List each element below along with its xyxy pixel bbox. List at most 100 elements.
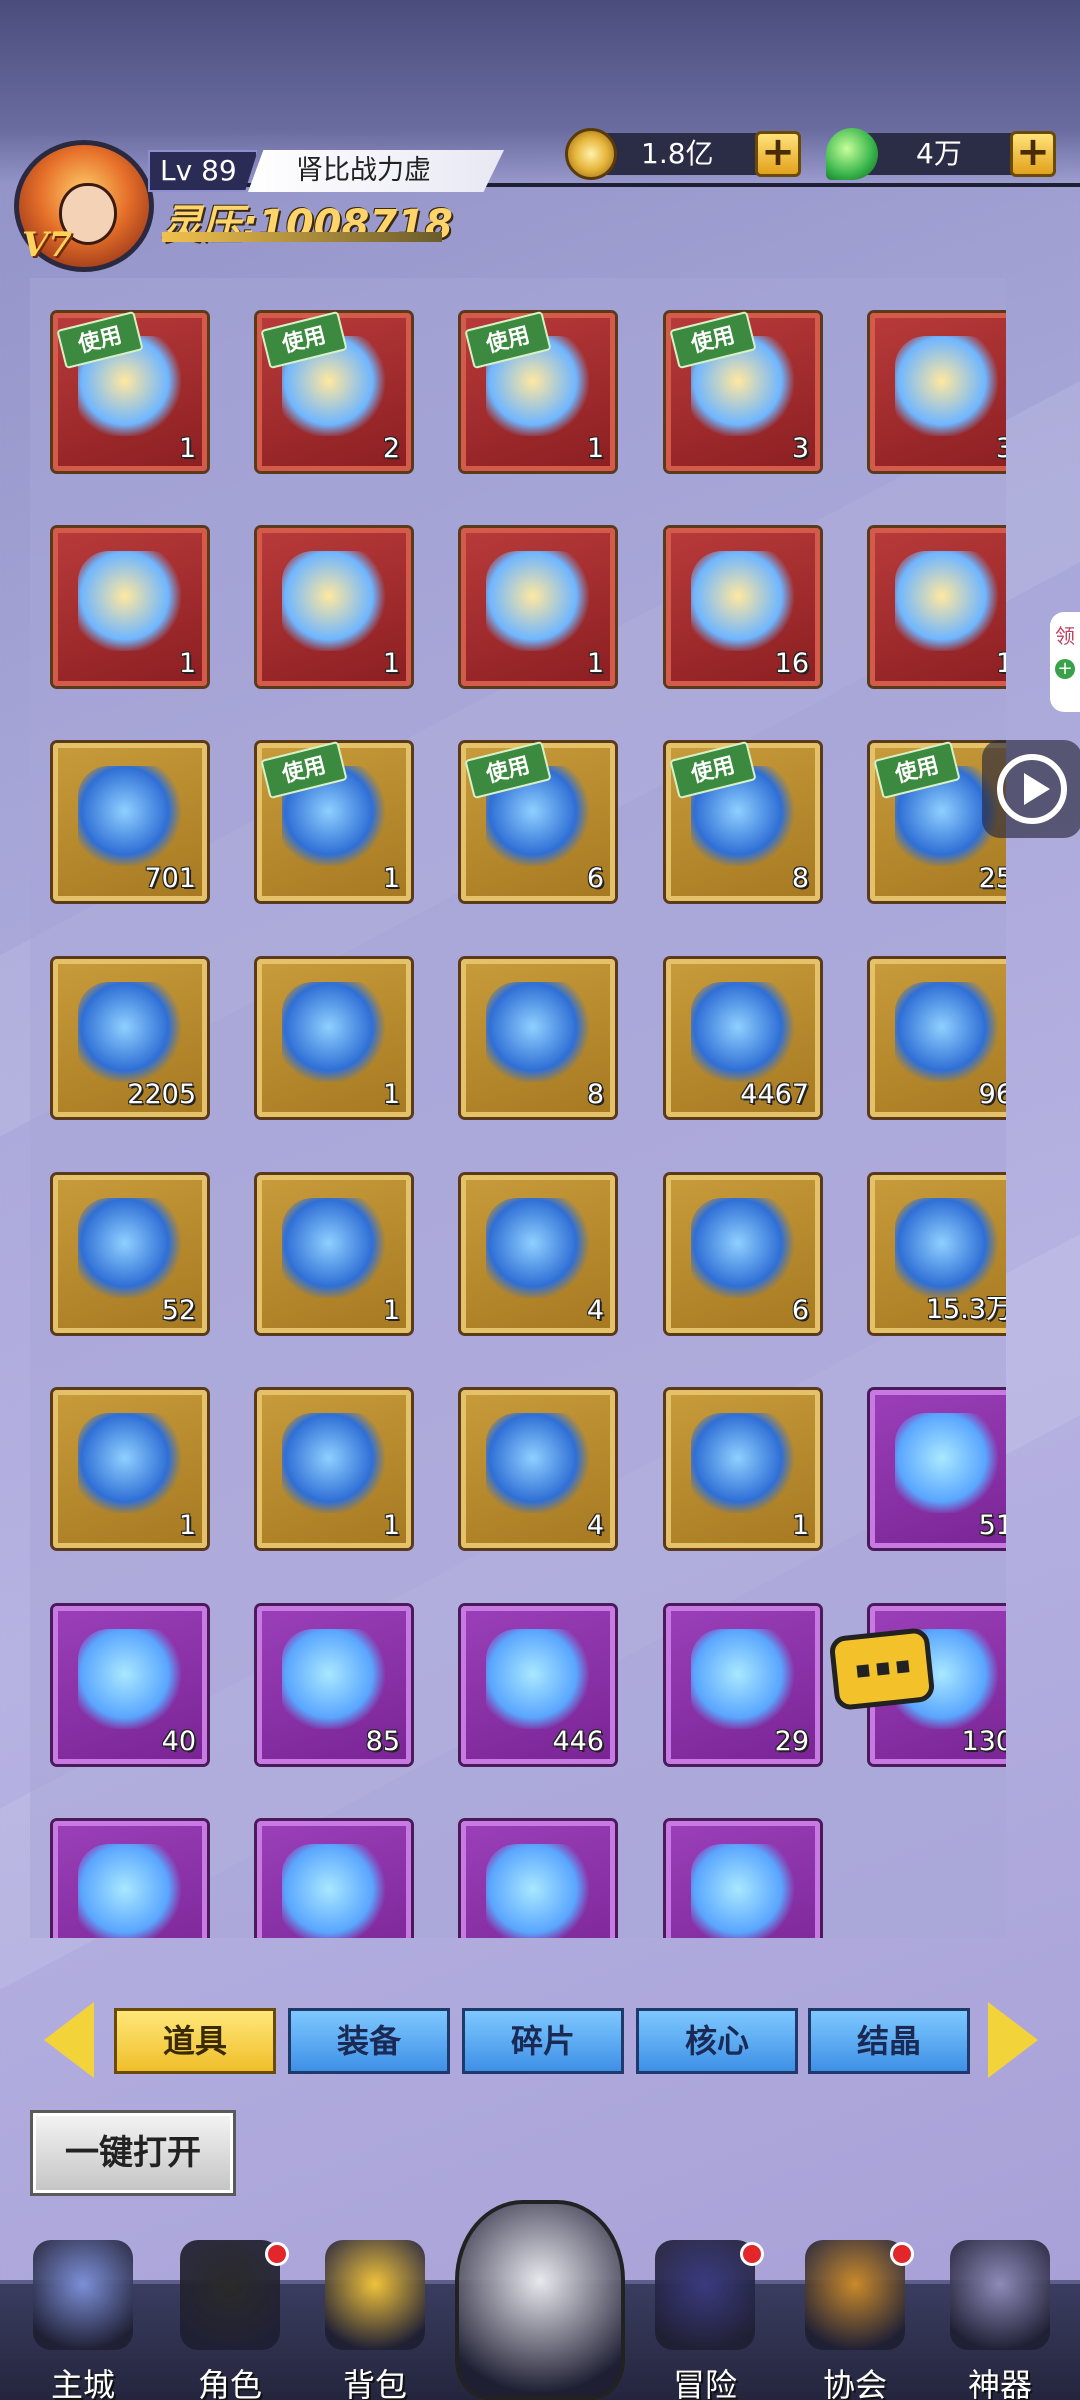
inventory-slot[interactable]: [257, 1821, 411, 1938]
item-count: 25: [978, 863, 1006, 894]
item-count: 1: [586, 433, 604, 464]
gold-ticket-icon: [486, 1198, 590, 1298]
spirit-currency-value: 4万: [916, 137, 962, 170]
item-count: 1: [382, 1295, 400, 1326]
tab-left-arrow[interactable]: [44, 2002, 94, 2078]
rainbow-ticket-icon: [282, 1198, 386, 1298]
item-count: 96: [978, 1079, 1006, 1110]
flask-icon: [78, 551, 182, 651]
inventory-slot[interactable]: 85: [257, 1606, 411, 1764]
gold-currency-value: 1.8亿: [641, 137, 714, 170]
item-count: 1: [995, 648, 1006, 679]
inventory-slot[interactable]: 1: [257, 528, 411, 686]
inventory-slot[interactable]: 使用 1: [461, 310, 615, 471]
nav-label: 协会: [822, 2366, 887, 2400]
item-count: 4: [586, 1510, 604, 1541]
item-count: 1: [382, 648, 400, 679]
add-gold-button[interactable]: +: [755, 131, 801, 177]
hex-emblem-icon: [282, 1413, 386, 1513]
play-icon: [997, 754, 1067, 824]
rocket-icon: [895, 1413, 999, 1513]
nav-item[interactable]: [440, 2200, 640, 2400]
tab-equipment[interactable]: 装备: [288, 2008, 450, 2074]
item-count: 446: [552, 1726, 604, 1757]
inventory-slot[interactable]: 8: [461, 959, 615, 1117]
video-play-button[interactable]: [982, 740, 1080, 838]
item-count: 1: [178, 1510, 196, 1541]
inventory-slot[interactable]: 446: [461, 1606, 615, 1764]
tab-right-arrow[interactable]: [988, 2002, 1038, 2078]
item-count: 130: [961, 1726, 1006, 1757]
inventory-slot[interactable]: 1: [53, 1390, 207, 1548]
inventory-slot[interactable]: 使用 1: [257, 740, 411, 901]
chat-bubble-icon[interactable]: [828, 1626, 936, 1712]
dna-icon: [486, 1629, 590, 1729]
green-spirit-icon: [826, 128, 878, 180]
inventory-slot[interactable]: 701: [53, 743, 207, 901]
item-count: 1: [382, 863, 400, 894]
potion-icon: [895, 982, 999, 1082]
nav-item[interactable]: 协会: [790, 2240, 920, 2400]
inventory-slot[interactable]: 1: [257, 1175, 411, 1333]
item-count: 4: [586, 1295, 604, 1326]
inventory-slot[interactable]: 1: [257, 1390, 411, 1548]
inventory-slot[interactable]: 52: [53, 1175, 207, 1333]
inventory-slot[interactable]: 6: [666, 1175, 820, 1333]
inventory-slot[interactable]: 使用 8: [666, 740, 820, 901]
item-count: 2205: [127, 1079, 196, 1110]
item-count: 8: [586, 1079, 604, 1110]
mask-hero-icon: [455, 2200, 625, 2400]
open-all-button[interactable]: 一键打开: [30, 2110, 236, 2196]
nav-item[interactable]: 主城: [18, 2240, 148, 2400]
nav-item[interactable]: 神器: [935, 2240, 1065, 2400]
inventory-slot[interactable]: 使用 1: [53, 310, 207, 471]
inventory-slot[interactable]: 51: [870, 1390, 1006, 1548]
inventory-slot[interactable]: [53, 1821, 207, 1938]
inventory-slot[interactable]: 4: [461, 1390, 615, 1548]
nav-label: 角色: [197, 2366, 262, 2400]
inventory-slot[interactable]: 1: [257, 959, 411, 1117]
dna-icon: [691, 1629, 795, 1729]
inventory-slot[interactable]: 2205: [53, 959, 207, 1117]
nav-item[interactable]: 背包: [310, 2240, 440, 2400]
inventory-slot[interactable]: 1: [666, 1390, 820, 1548]
orange-cube-icon: [282, 982, 386, 1082]
energy-orb-icon: [691, 982, 795, 1082]
add-spirit-button[interactable]: +: [1010, 131, 1056, 177]
tab-crystals[interactable]: 结晶: [808, 2008, 970, 2074]
inventory-slot[interactable]: 1: [461, 528, 615, 686]
side-reward-chip[interactable]: 领 +: [1050, 612, 1080, 712]
item-count: 52: [161, 1295, 196, 1326]
inventory-slot[interactable]: 15.3万: [870, 1175, 1006, 1333]
nav-item[interactable]: 角色: [165, 2240, 295, 2400]
inventory-slot[interactable]: 1: [53, 528, 207, 686]
inventory-slot[interactable]: 96: [870, 959, 1006, 1117]
item-count: 85: [365, 1726, 400, 1757]
inventory-slot[interactable]: 29: [666, 1606, 820, 1764]
inventory-slot[interactable]: 4467: [666, 959, 820, 1117]
blue-crystal-icon: [895, 336, 999, 436]
inventory-slot[interactable]: 使用 3: [666, 310, 820, 471]
inventory-slot[interactable]: [461, 1821, 615, 1938]
notification-dot: [740, 2242, 764, 2266]
tab-items[interactable]: 道具: [114, 2008, 276, 2074]
item-count: 51: [978, 1510, 1006, 1541]
inventory-slot[interactable]: 4: [461, 1175, 615, 1333]
inventory-slot[interactable]: 1: [870, 528, 1006, 686]
inventory-slot[interactable]: [666, 1821, 820, 1938]
cubes-icon: [78, 1629, 182, 1729]
hex-emblem-icon: [486, 1413, 590, 1513]
nav-item[interactable]: 冒险: [640, 2240, 770, 2400]
item-count: 1: [791, 1510, 809, 1541]
tab-cores[interactable]: 核心: [636, 2008, 798, 2074]
inventory-slot[interactable]: 40: [53, 1606, 207, 1764]
inventory-slot[interactable]: 16: [666, 528, 820, 686]
tab-fragments[interactable]: 碎片: [462, 2008, 624, 2074]
notification-dot: [890, 2242, 914, 2266]
inventory-slot[interactable]: 使用 6: [461, 740, 615, 901]
inventory-slot[interactable]: 3: [870, 313, 1006, 471]
lottery-ticket-icon: [691, 1844, 795, 1938]
item-count: 15.3万: [925, 1294, 1006, 1325]
inventory-slot[interactable]: 使用 2: [257, 310, 411, 471]
hex-emblem-icon: [78, 1413, 182, 1513]
